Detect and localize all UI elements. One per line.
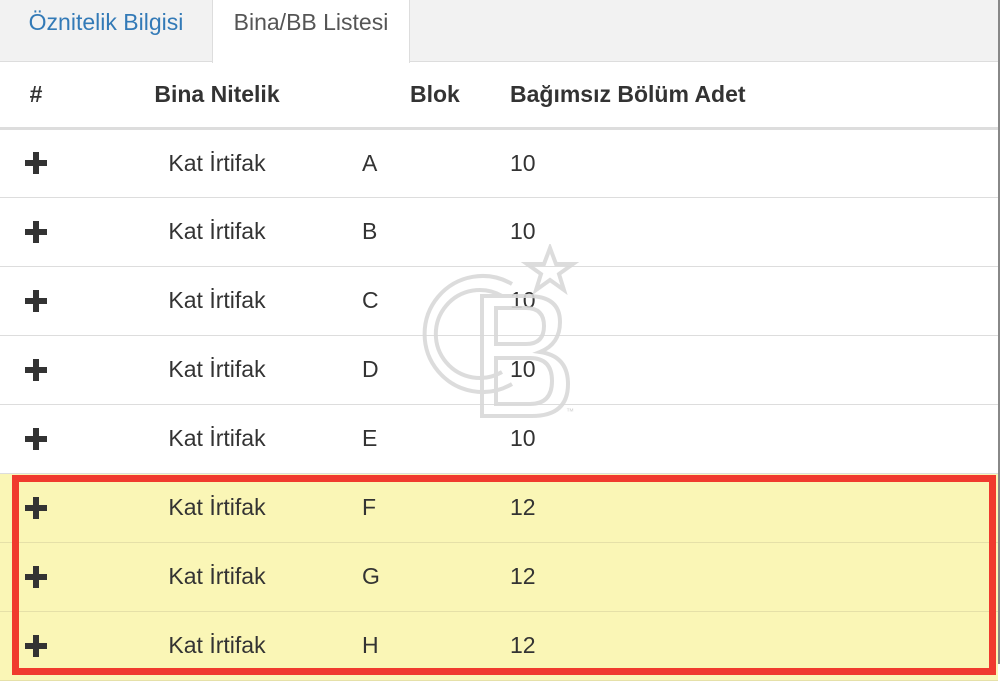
expand-cell	[0, 335, 72, 405]
blok-cell: F	[362, 473, 510, 543]
blok-cell: B	[362, 197, 510, 267]
table-row[interactable]: Kat İrtifak G 12	[0, 542, 998, 612]
bina-bb-table: # Bina Nitelik Blok Bağımsız Bölüm Adet …	[0, 62, 998, 681]
bina-nitelik-cell: Kat İrtifak	[72, 611, 362, 681]
plus-icon[interactable]	[25, 565, 47, 588]
bina-nitelik-cell: Kat İrtifak	[72, 197, 362, 267]
plus-icon[interactable]	[25, 634, 47, 657]
plus-icon[interactable]	[25, 358, 47, 381]
expand-cell	[0, 542, 72, 612]
table-row[interactable]: Kat İrtifak D 10	[0, 335, 998, 405]
plus-icon[interactable]	[25, 152, 47, 174]
table-row[interactable]: Kat İrtifak F 12	[0, 473, 998, 543]
bagimsiz-bolum-adet-cell: 12	[510, 611, 998, 681]
bagimsiz-bolum-adet-cell: 12	[510, 473, 998, 543]
plus-icon[interactable]	[25, 427, 47, 450]
table-row[interactable]: Kat İrtifak A 10	[0, 128, 998, 198]
expand-cell	[0, 611, 72, 681]
bina-nitelik-cell: Kat İrtifak	[72, 473, 362, 543]
header-bagimsiz-bolum-adet[interactable]: Bağımsız Bölüm Adet	[510, 62, 998, 130]
bina-nitelik-cell: Kat İrtifak	[72, 404, 362, 474]
bina-nitelik-cell: Kat İrtifak	[72, 542, 362, 612]
blok-cell: D	[362, 335, 510, 405]
bagimsiz-bolum-adet-cell: 10	[510, 128, 998, 198]
expand-cell	[0, 266, 72, 336]
tab-bina-bb-listesi[interactable]: Bina/BB Listesi	[212, 0, 410, 63]
bina-nitelik-cell: Kat İrtifak	[72, 128, 362, 198]
blok-cell: C	[362, 266, 510, 336]
tab-bar: Öznitelik Bilgisi Bina/BB Listesi	[0, 0, 1000, 63]
bagimsiz-bolum-adet-cell: 12	[510, 542, 998, 612]
bagimsiz-bolum-adet-cell: 10	[510, 404, 998, 474]
table-row[interactable]: Kat İrtifak E 10	[0, 404, 998, 474]
table-row[interactable]: Kat İrtifak B 10	[0, 197, 998, 267]
plus-icon[interactable]	[25, 496, 47, 519]
table-header-row: # Bina Nitelik Blok Bağımsız Bölüm Adet	[0, 62, 998, 130]
bina-nitelik-cell: Kat İrtifak	[72, 266, 362, 336]
blok-cell: A	[362, 128, 510, 198]
expand-cell	[0, 404, 72, 474]
blok-cell: H	[362, 611, 510, 681]
table-row[interactable]: Kat İrtifak H 12	[0, 611, 998, 681]
plus-icon[interactable]	[25, 289, 47, 312]
header-blok-label: Blok	[410, 80, 460, 107]
expand-cell	[0, 128, 72, 198]
tab-oznitelik-bilgisi[interactable]: Öznitelik Bilgisi	[0, 0, 212, 62]
blok-cell: E	[362, 404, 510, 474]
bagimsiz-bolum-adet-cell: 10	[510, 266, 998, 336]
header-hash: #	[0, 62, 72, 130]
header-blok[interactable]: Blok	[362, 62, 510, 130]
table-row[interactable]: Kat İrtifak C 10	[0, 266, 998, 336]
bagimsiz-bolum-adet-cell: 10	[510, 197, 998, 267]
expand-cell	[0, 473, 72, 543]
blok-cell: G	[362, 542, 510, 612]
header-bina-nitelik[interactable]: Bina Nitelik	[72, 62, 362, 130]
bina-nitelik-cell: Kat İrtifak	[72, 335, 362, 405]
plus-icon[interactable]	[25, 220, 47, 243]
expand-cell	[0, 197, 72, 267]
bagimsiz-bolum-adet-cell: 10	[510, 335, 998, 405]
